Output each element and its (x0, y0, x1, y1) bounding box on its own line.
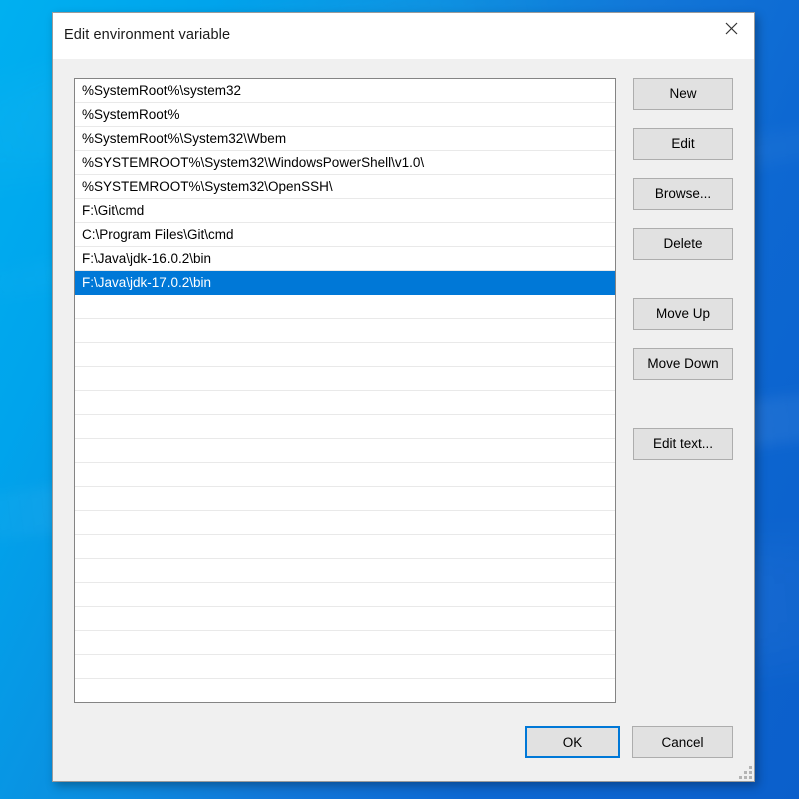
edit-text-button[interactable]: Edit text... (633, 428, 733, 460)
desktop-background: Edit environment variable %SystemRoot%\s… (0, 0, 799, 799)
path-entry-row-empty[interactable] (75, 391, 615, 415)
path-entry-row-empty[interactable] (75, 319, 615, 343)
path-entry-row[interactable]: %SYSTEMROOT%\System32\WindowsPowerShell\… (75, 151, 615, 175)
path-entries-listbox[interactable]: %SystemRoot%\system32 %SystemRoot% %System… (74, 78, 616, 703)
browse-button[interactable]: Browse... (633, 178, 733, 210)
path-entry-row[interactable]: %SYSTEMROOT%\System32\OpenSSH\ (75, 175, 615, 199)
path-entry-row[interactable]: %SystemRoot%\system32 (75, 79, 615, 103)
path-entry-row-empty[interactable] (75, 559, 615, 583)
path-entry-row-empty[interactable] (75, 463, 615, 487)
path-entry-row[interactable]: %SystemRoot%\System32\Wbem (75, 127, 615, 151)
ok-button[interactable]: OK (525, 726, 620, 758)
path-entry-row[interactable]: F:\Git\cmd (75, 199, 615, 223)
edit-button[interactable]: Edit (633, 128, 733, 160)
dialog-body: %SystemRoot%\system32 %SystemRoot% %System… (53, 59, 754, 781)
move-up-button[interactable]: Move Up (633, 298, 733, 330)
path-entry-row-empty[interactable] (75, 535, 615, 559)
path-entry-row-empty[interactable] (75, 679, 615, 702)
path-entry-row-empty[interactable] (75, 295, 615, 319)
cancel-button[interactable]: Cancel (632, 726, 733, 758)
path-entry-row[interactable]: F:\Java\jdk-17.0.2\bin (75, 271, 615, 295)
dialog-title: Edit environment variable (64, 27, 231, 43)
path-entry-row-empty[interactable] (75, 631, 615, 655)
path-entry-row[interactable]: C:\Program Files\Git\cmd (75, 223, 615, 247)
path-entry-row-empty[interactable] (75, 583, 615, 607)
path-entry-row[interactable]: F:\Java\jdk-16.0.2\bin (75, 247, 615, 271)
path-entry-row-empty[interactable] (75, 607, 615, 631)
path-entry-row-empty[interactable] (75, 415, 615, 439)
path-entry-row-empty[interactable] (75, 655, 615, 679)
dialog-title-bar[interactable]: Edit environment variable (53, 13, 754, 59)
path-entry-row-empty[interactable] (75, 511, 615, 535)
new-button[interactable]: New (633, 78, 733, 110)
resize-grip[interactable] (736, 763, 752, 779)
edit-environment-variable-dialog: Edit environment variable %SystemRoot%\s… (52, 12, 755, 782)
path-entry-row[interactable]: %SystemRoot% (75, 103, 615, 127)
move-down-button[interactable]: Move Down (633, 348, 733, 380)
delete-button[interactable]: Delete (633, 228, 733, 260)
path-entry-row-empty[interactable] (75, 343, 615, 367)
path-entry-row-empty[interactable] (75, 439, 615, 463)
close-icon[interactable] (708, 13, 754, 44)
path-entry-row-empty[interactable] (75, 367, 615, 391)
path-entry-row-empty[interactable] (75, 487, 615, 511)
